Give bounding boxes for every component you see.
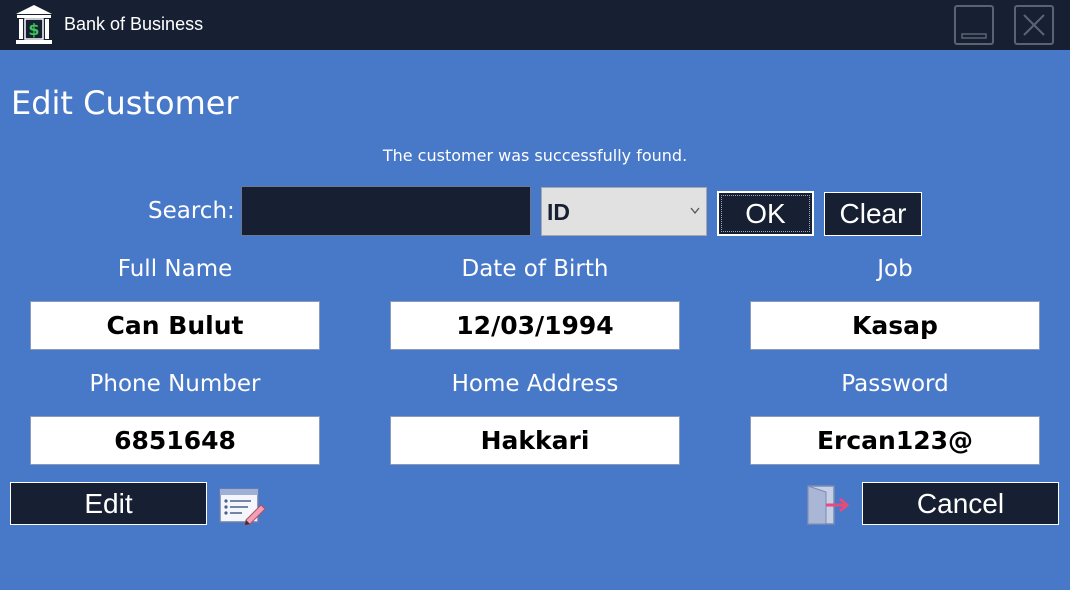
search-label: Search: — [148, 198, 235, 224]
phone-number-label: Phone Number — [89, 371, 261, 397]
bank-icon: $ — [16, 5, 52, 44]
home-address-label: Home Address — [451, 371, 619, 397]
close-icon — [1023, 14, 1045, 36]
minimize-icon — [961, 33, 987, 39]
page-title: Edit Customer — [11, 84, 239, 122]
status-message: The customer was successfully found. — [382, 146, 688, 165]
full-name-field[interactable]: Can Bulut — [30, 301, 320, 350]
job-field[interactable]: Kasap — [750, 301, 1040, 350]
chevron-down-icon — [690, 207, 700, 215]
phone-number-field[interactable]: 6851648 — [30, 416, 320, 465]
app-title: Bank of Business — [64, 14, 204, 34]
close-button[interactable] — [1014, 5, 1054, 45]
date-of-birth-label: Date of Birth — [461, 256, 609, 282]
title-bar: $ Bank of Business — [0, 0, 1070, 50]
password-field[interactable]: Ercan123@ — [750, 416, 1040, 465]
search-input[interactable] — [241, 186, 531, 236]
date-of-birth-field[interactable]: 12/03/1994 — [390, 301, 680, 350]
svg-text:$: $ — [28, 20, 39, 39]
full-name-label: Full Name — [117, 256, 233, 282]
minimize-button[interactable] — [954, 5, 994, 45]
home-address-field[interactable]: Hakkari — [390, 416, 680, 465]
edit-button[interactable]: Edit — [10, 482, 207, 525]
edit-form-icon[interactable] — [218, 486, 266, 526]
cancel-button[interactable]: Cancel — [862, 482, 1059, 525]
job-label: Job — [877, 256, 913, 282]
clear-button[interactable]: Clear — [824, 192, 922, 236]
search-type-value: ID — [547, 199, 570, 225]
exit-icon[interactable] — [806, 484, 852, 526]
search-type-select[interactable]: ID — [541, 187, 707, 236]
password-label: Password — [841, 371, 949, 397]
ok-button[interactable]: OK — [717, 191, 814, 236]
